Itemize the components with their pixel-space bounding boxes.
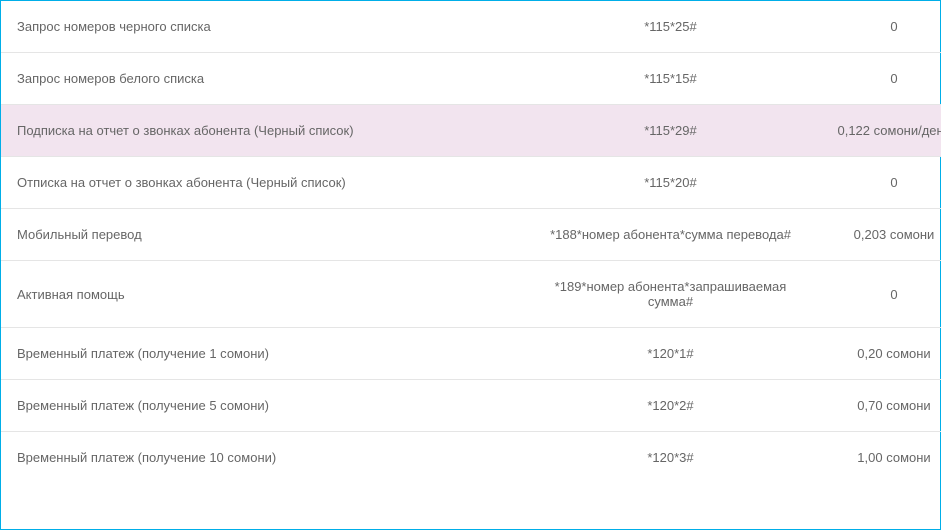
service-name: Подписка на отчет о звонках абонента (Че… [1, 105, 539, 157]
table-row: Запрос номеров черного списка*115*25#0 [1, 1, 941, 53]
service-price: 0 [802, 261, 941, 328]
service-name: Запрос номеров белого списка [1, 53, 539, 105]
service-code: *115*20# [539, 157, 802, 209]
table-row: Временный платеж (получение 5 сомони)*12… [1, 380, 941, 432]
service-price: 0,122 сомони/день [802, 105, 941, 157]
service-price: 0 [802, 157, 941, 209]
table-row: Подписка на отчет о звонках абонента (Че… [1, 105, 941, 157]
service-name: Запрос номеров черного списка [1, 1, 539, 53]
table-row: Активная помощь*189*номер абонента*запра… [1, 261, 941, 328]
service-name: Временный платеж (получение 10 сомони) [1, 432, 539, 484]
table-row: Отписка на отчет о звонках абонента (Чер… [1, 157, 941, 209]
service-name: Отписка на отчет о звонках абонента (Чер… [1, 157, 539, 209]
service-price: 0 [802, 1, 941, 53]
table-row: Временный платеж (получение 10 сомони)*1… [1, 432, 941, 484]
service-price: 0,203 сомони [802, 209, 941, 261]
service-price: 0,20 сомони [802, 328, 941, 380]
service-code: *115*15# [539, 53, 802, 105]
service-code: *189*номер абонента*запрашиваемая сумма# [539, 261, 802, 328]
service-name: Мобильный перевод [1, 209, 539, 261]
service-name: Временный платеж (получение 1 сомони) [1, 328, 539, 380]
service-code: *120*2# [539, 380, 802, 432]
service-name: Временный платеж (получение 5 сомони) [1, 380, 539, 432]
service-name: Активная помощь [1, 261, 539, 328]
table-row: Временный платеж (получение 1 сомони)*12… [1, 328, 941, 380]
content-frame: Запрос номеров черного списка*115*25#0За… [0, 0, 941, 530]
service-price: 0 [802, 53, 941, 105]
service-code: *115*29# [539, 105, 802, 157]
service-code: *120*3# [539, 432, 802, 484]
service-code: *120*1# [539, 328, 802, 380]
service-price: 0,70 сомони [802, 380, 941, 432]
services-table: Запрос номеров черного списка*115*25#0За… [1, 1, 941, 483]
service-code: *115*25# [539, 1, 802, 53]
table-row: Запрос номеров белого списка*115*15#0 [1, 53, 941, 105]
service-code: *188*номер абонента*сумма перевода# [539, 209, 802, 261]
service-price: 1,00 сомони [802, 432, 941, 484]
table-row: Мобильный перевод*188*номер абонента*сум… [1, 209, 941, 261]
